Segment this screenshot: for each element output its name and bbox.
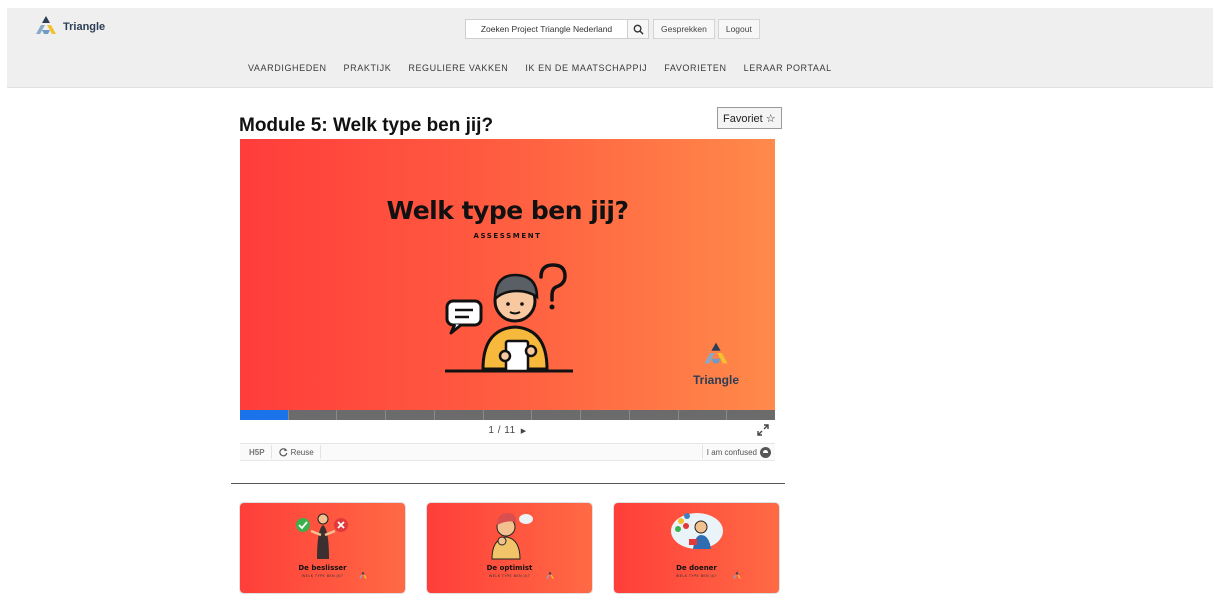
doer-person-illustration — [671, 513, 723, 549]
module-cards: De beslisser WELK TYPE BEN JIJ? De optim… — [239, 502, 800, 594]
main-nav: VAARDIGHEDEN PRAKTIJK REGULIERE VAKKEN I… — [248, 63, 849, 73]
search-input[interactable] — [465, 19, 628, 39]
progress-segment[interactable] — [386, 410, 435, 420]
card-subtitle: WELK TYPE BEN JIJ? — [301, 574, 344, 578]
page-title: Module 5: Welk type ben jij? — [239, 115, 494, 136]
progress-segment[interactable] — [288, 410, 338, 420]
search-icon — [633, 24, 644, 35]
section-divider — [231, 483, 785, 484]
card-de-optimist[interactable]: De optimist WELK TYPE BEN JIJ? — [426, 502, 593, 594]
thinking-person-illustration — [445, 263, 573, 373]
nav-item-ik-en-de-maatschappij[interactable]: IK EN DE MAATSCHAPPIJ — [525, 63, 647, 73]
progress-segment[interactable] — [532, 410, 582, 420]
triangle-logo-icon — [704, 342, 728, 364]
progress-segment[interactable] — [240, 410, 289, 420]
slide-logo: Triangle — [686, 340, 746, 387]
progress-segment[interactable] — [434, 410, 484, 420]
progress-segment[interactable] — [727, 410, 776, 420]
card-subtitle: WELK TYPE BEN JIJ? — [675, 574, 718, 578]
slide-title: Welk type ben jij? — [386, 196, 629, 225]
site-header: Triangle Gesprekken Logout VAARDIGHEDEN … — [7, 8, 1213, 88]
confused-label: I am confused — [706, 447, 757, 457]
nav-item-reguliere-vakken[interactable]: REGULIERE VAKKEN — [408, 63, 508, 73]
nav-item-praktijk[interactable]: PRAKTIJK — [344, 63, 392, 73]
logout-button[interactable]: Logout — [717, 19, 760, 39]
fullscreen-icon[interactable] — [757, 424, 769, 436]
h5p-logo: H5P — [249, 447, 265, 457]
nav-item-favorieten[interactable]: FAVORIETEN — [664, 63, 726, 73]
optimist-person-illustration — [491, 513, 533, 560]
triangle-logo-icon — [359, 571, 367, 579]
triangle-logo-icon — [36, 16, 56, 34]
progress-segment[interactable] — [483, 410, 533, 420]
card-subtitle: WELK TYPE BEN JIJ? — [488, 574, 531, 578]
progress-segment[interactable] — [581, 410, 630, 420]
slide: Welk type ben jij? ASSESSMENT Triangle — [240, 139, 775, 410]
progress-segment[interactable] — [337, 410, 387, 420]
slide-logo-text: Triangle — [692, 373, 739, 387]
card-de-doener[interactable]: De doener WELK TYPE BEN JIJ? — [613, 502, 780, 594]
favorite-button[interactable]: Favoriet ☆ — [717, 107, 782, 129]
h5p-actions-bar: H5P Reuse I am confused — [240, 444, 775, 461]
search-group: Gesprekken Logout — [465, 19, 763, 39]
slide-counter-text: 1 / 11 — [488, 425, 516, 436]
slide-progress-bar[interactable] — [240, 410, 776, 420]
reuse-icon — [278, 448, 288, 457]
decision-person-illustration — [296, 513, 348, 559]
slide-counter: 1 / 11 ▶ — [240, 425, 775, 436]
nav-item-vaardigheden[interactable]: VAARDIGHEDEN — [248, 63, 327, 73]
search-button[interactable] — [628, 19, 649, 39]
site-logo[interactable]: Triangle — [33, 14, 105, 36]
conversations-button[interactable]: Gesprekken — [653, 19, 715, 39]
triangle-logo-icon — [733, 571, 741, 579]
logo-text: Triangle — [63, 21, 106, 33]
reuse-button[interactable]: Reuse — [270, 445, 321, 459]
card-title: De beslisser — [298, 564, 347, 572]
slide-subtitle: ASSESSMENT — [473, 232, 542, 240]
card-title: De optimist — [486, 564, 533, 572]
progress-segment[interactable] — [678, 410, 728, 420]
reuse-label: Reuse — [290, 447, 314, 457]
presentation-player: Welk type ben jij? ASSESSMENT Triangle 1… — [240, 139, 776, 461]
nav-item-leraar-portaal[interactable]: LERAAR PORTAAL — [744, 63, 832, 73]
next-arrow-icon[interactable]: ▶ — [521, 428, 527, 435]
card-de-beslisser[interactable]: De beslisser WELK TYPE BEN JIJ? — [239, 502, 406, 594]
card-title: De doener — [676, 564, 717, 572]
confused-icon — [760, 446, 771, 458]
progress-segment[interactable] — [629, 410, 679, 420]
confused-button[interactable]: I am confused — [701, 445, 771, 459]
triangle-logo-icon — [546, 571, 554, 579]
slide-navigation: 1 / 11 ▶ — [240, 420, 775, 444]
